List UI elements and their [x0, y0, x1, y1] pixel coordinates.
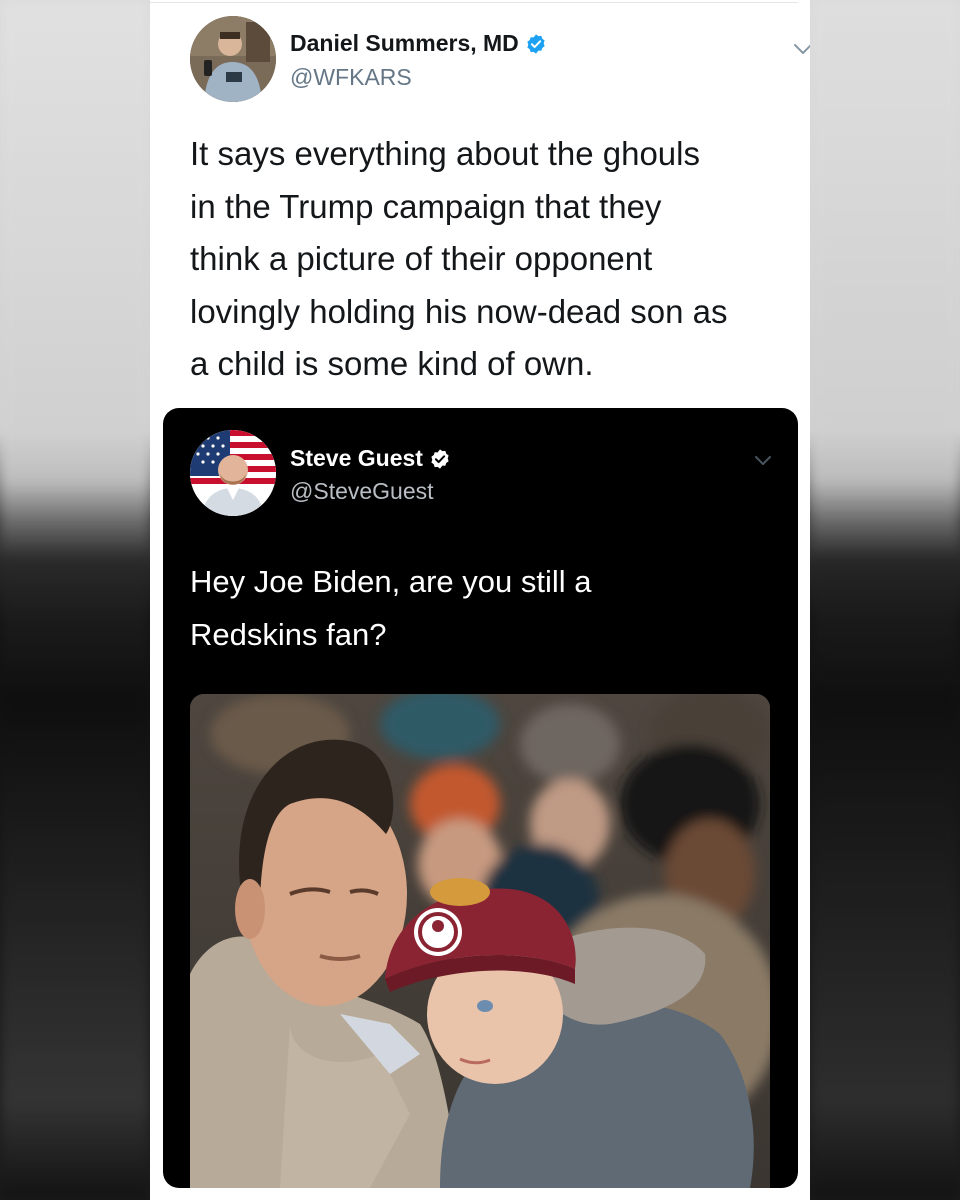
tweet-card: Daniel Summers, MD @WFKARS It says every… — [150, 0, 810, 1200]
quoted-author-name[interactable]: Steve Guest — [290, 445, 423, 472]
chevron-down-icon[interactable] — [751, 448, 775, 472]
author-name-row: Daniel Summers, MD — [290, 30, 547, 57]
quoted-tweet-text: Hey Joe Biden, are you still a Redskins … — [190, 564, 592, 652]
quoted-author-handle[interactable]: @SteveGuest — [290, 478, 434, 505]
verified-badge-icon — [525, 33, 547, 55]
tweet-photo[interactable] — [190, 694, 770, 1188]
avatar[interactable] — [190, 16, 276, 102]
chevron-down-icon[interactable] — [790, 36, 810, 62]
verified-badge-icon — [429, 448, 451, 470]
quoted-avatar[interactable] — [190, 430, 276, 516]
blurred-background-right — [810, 0, 960, 1200]
divider — [150, 2, 798, 3]
author-handle[interactable]: @WFKARS — [290, 64, 412, 91]
tweet-text: It says everything about the ghouls in t… — [190, 135, 728, 382]
quoted-tweet[interactable]: Steve Guest @SteveGuest Hey Joe Biden, a… — [163, 408, 798, 1188]
tweet-author-header: Daniel Summers, MD @WFKARS — [190, 16, 810, 106]
author-name[interactable]: Daniel Summers, MD — [290, 30, 519, 57]
quoted-author-name-row: Steve Guest — [290, 445, 451, 472]
blurred-background-left — [0, 0, 150, 1200]
